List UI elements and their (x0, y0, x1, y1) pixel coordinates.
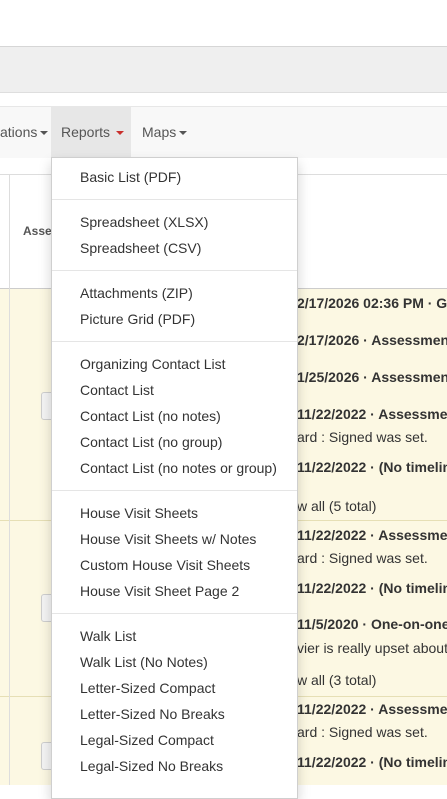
timeline-entry: 1/25/2026 · Assessmen (297, 369, 447, 385)
timeline-detail: ard : Signed was set. (297, 724, 428, 740)
top-header (0, 0, 447, 47)
menu-item-walk-list-no-notes[interactable]: Walk List (No Notes) (80, 654, 208, 670)
menu-item-basic-list-pdf[interactable]: Basic List (PDF) (80, 169, 181, 185)
navbar: ations Reports Maps (0, 106, 447, 159)
menu-divider (52, 270, 297, 271)
menu-item-walk-list[interactable]: Walk List (80, 628, 136, 644)
menu-item-contact-list-no-notes-or-group[interactable]: Contact List (no notes or group) (80, 460, 277, 476)
caret-down-icon (40, 131, 49, 136)
timeline-detail: ard : Signed was set. (297, 429, 428, 445)
menu-divider (52, 613, 297, 614)
nav-item-maps[interactable]: Maps (142, 107, 188, 158)
menu-item-spreadsheet-xlsx[interactable]: Spreadsheet (XLSX) (80, 214, 208, 230)
menu-item-contact-list-no-group[interactable]: Contact List (no group) (80, 434, 222, 450)
menu-item-legal-sized-no-breaks[interactable]: Legal-Sized No Breaks (80, 758, 223, 774)
timeline-detail: ard : Signed was set. (297, 550, 428, 566)
timeline-entry: 11/22/2022 · (No timelin (297, 754, 447, 770)
timeline-entry: 11/22/2022 · Assessme (297, 527, 447, 543)
menu-item-organizing-contact-list[interactable]: Organizing Contact List (80, 356, 226, 372)
menu-item-house-visit-sheet-page-2[interactable]: House Visit Sheet Page 2 (80, 583, 239, 599)
menu-item-custom-house-visit-sheets[interactable]: Custom House Visit Sheets (80, 557, 250, 573)
menu-item-legal-sized-compact[interactable]: Legal-Sized Compact (80, 732, 214, 748)
view-all-link[interactable]: w all (3 total) (297, 672, 376, 688)
timeline-entry: 11/22/2022 · Assessme (297, 701, 447, 717)
timeline-detail: vier is really upset about (297, 640, 447, 656)
nav-item-label: Maps (142, 124, 177, 140)
menu-item-contact-list[interactable]: Contact List (80, 382, 154, 398)
menu-divider (52, 341, 297, 342)
view-all-link[interactable]: w all (5 total) (297, 498, 376, 514)
menu-item-house-visit-sheets[interactable]: House Visit Sheets (80, 505, 198, 521)
nav-item-reports[interactable]: Reports (51, 107, 131, 158)
timeline-entry: 11/22/2022 · (No timelin (297, 459, 447, 475)
timeline-entry: 11/22/2022 · Assessme (297, 406, 447, 422)
column-divider (9, 174, 10, 785)
caret-down-icon (179, 131, 188, 136)
timeline-entry: 2/17/2026 02:36 PM · Gr (297, 295, 447, 311)
toolbar-area (0, 47, 447, 93)
timeline-entry: 2/17/2026 · Assessmen (297, 332, 447, 348)
timeline-entry: 11/5/2020 · One-on-one (297, 616, 447, 632)
menu-item-contact-list-no-notes[interactable]: Contact List (no notes) (80, 408, 221, 424)
nav-item-organizations[interactable]: ations (0, 107, 49, 158)
menu-item-spreadsheet-csv[interactable]: Spreadsheet (CSV) (80, 240, 201, 256)
menu-item-picture-grid-pdf[interactable]: Picture Grid (PDF) (80, 311, 195, 327)
nav-item-label: ations (0, 124, 38, 140)
menu-item-attachments-zip[interactable]: Attachments (ZIP) (80, 285, 193, 301)
menu-divider (52, 199, 297, 200)
timeline-entry: 11/22/2022 · (No timelin (297, 580, 447, 596)
reports-dropdown-menu: Basic List (PDF) Spreadsheet (XLSX) Spre… (51, 157, 298, 799)
menu-divider (52, 490, 297, 491)
caret-down-icon (116, 131, 125, 136)
menu-item-house-visit-sheets-notes[interactable]: House Visit Sheets w/ Notes (80, 531, 256, 547)
nav-item-label: Reports (61, 124, 111, 140)
spacer (0, 93, 447, 106)
column-header-assessment[interactable]: Asse (23, 224, 52, 238)
menu-item-letter-sized-no-breaks[interactable]: Letter-Sized No Breaks (80, 706, 225, 722)
menu-item-letter-sized-compact[interactable]: Letter-Sized Compact (80, 680, 215, 696)
